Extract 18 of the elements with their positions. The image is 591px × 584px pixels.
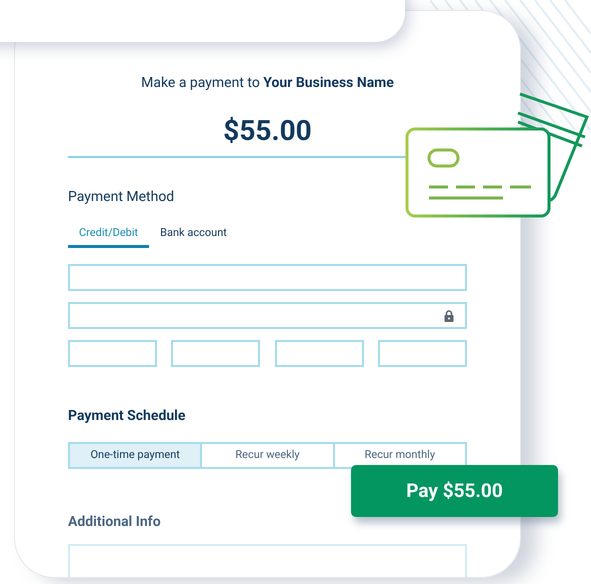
- payment-amount: $55.00: [222, 114, 313, 148]
- input-field[interactable]: [378, 340, 467, 367]
- tab[interactable]: Bank account: [149, 222, 238, 248]
- input-field[interactable]: [68, 264, 467, 291]
- schedule-option[interactable]: Recur weekly: [200, 442, 335, 469]
- input-field[interactable]: [171, 340, 260, 367]
- section-heading: Additional Info: [68, 513, 162, 531]
- payment-title: Make a payment to Your Business Name: [140, 74, 395, 92]
- section-heading: Payment Method: [68, 188, 176, 206]
- pay-button[interactable]: Pay $55.00: [351, 465, 558, 517]
- schedule-option[interactable]: One-time payment: [68, 442, 202, 469]
- input-field[interactable]: [68, 302, 467, 329]
- section-heading: Payment Schedule: [68, 407, 186, 425]
- input-field[interactable]: [68, 544, 467, 577]
- tab[interactable]: Credit/Debit: [68, 222, 150, 248]
- lock-icon: [444, 310, 454, 322]
- input-field[interactable]: [68, 340, 157, 367]
- input-field[interactable]: [274, 340, 364, 367]
